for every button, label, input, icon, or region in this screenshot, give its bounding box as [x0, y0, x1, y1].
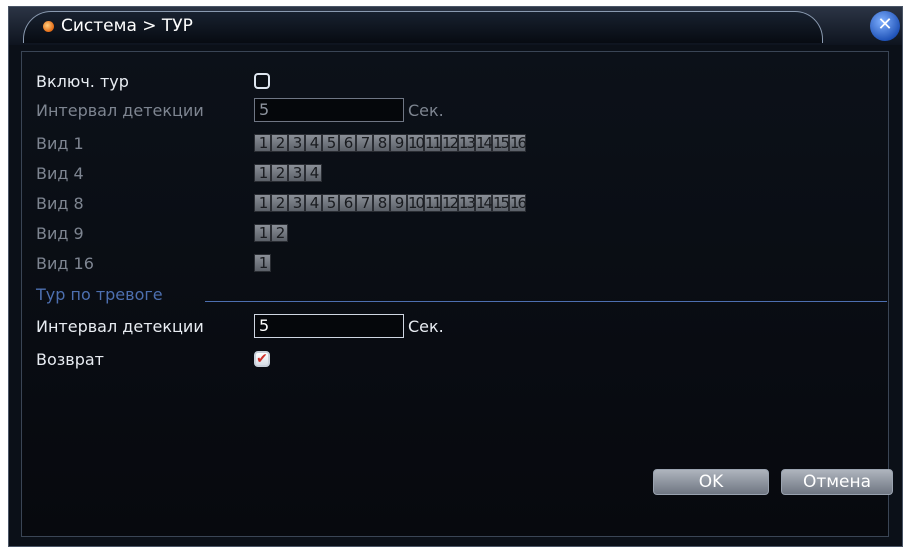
tour-interval-input[interactable]: 5	[254, 98, 404, 122]
channel-button[interactable]: 9	[390, 134, 407, 152]
channel-button[interactable]: 3	[288, 134, 305, 152]
view-label: Вид 4	[36, 163, 84, 183]
view-row: Вид 1 1 2 3 4 5 6 7 8 9 10 11 12 13 14 15 16	[36, 132, 527, 154]
tour-interval-label: Интервал детекции	[36, 100, 204, 120]
orange-dot-icon	[43, 21, 54, 32]
channel-button[interactable]: 12	[441, 194, 459, 212]
channel-button[interactable]: 7	[356, 194, 373, 212]
check-mark-icon: ✔	[256, 351, 268, 367]
channel-button[interactable]: 4	[305, 134, 322, 152]
settings-panel: Включ. тур Интервал детекции 5 Сек. Вид …	[21, 51, 889, 537]
channel-button[interactable]: 10	[407, 194, 425, 212]
channel-button[interactable]: 5	[322, 134, 339, 152]
channel-button[interactable]: 14	[475, 134, 493, 152]
channel-button[interactable]: 4	[305, 164, 322, 182]
view-label: Вид 16	[36, 253, 94, 273]
channel-button[interactable]: 1	[254, 164, 271, 182]
enable-tour-label: Включ. тур	[36, 71, 129, 91]
view-channel-list: 1 2 3 4 5 6 7 8 9 10 11 12 13 14 15 16	[254, 134, 527, 152]
channel-button[interactable]: 10	[407, 134, 425, 152]
channel-button[interactable]: 6	[339, 194, 356, 212]
close-button[interactable]: ✕	[870, 11, 900, 41]
return-label: Возврат	[36, 349, 104, 369]
return-checkbox[interactable]: ✔	[254, 351, 270, 367]
channel-button[interactable]: 1	[254, 134, 271, 152]
tour-settings-window: Система > ТУР ✕ Включ. тур Интервал дете…	[8, 6, 903, 547]
alarm-interval-input[interactable]: 5	[254, 314, 404, 338]
view-channel-list: 1 2 3 4 5 6 7 8 9 10 11 12 13 14 15 16	[254, 194, 527, 212]
channel-button[interactable]: 13	[458, 134, 476, 152]
channel-button[interactable]: 2	[271, 164, 288, 182]
title-bar: Система > ТУР ✕	[9, 7, 902, 45]
tour-interval-row: Интервал детекции 5 Сек.	[36, 98, 444, 122]
channel-button[interactable]: 15	[492, 134, 510, 152]
channel-button[interactable]: 15	[492, 194, 510, 212]
channel-button[interactable]: 2	[271, 224, 288, 242]
alarm-interval-unit: Сек.	[408, 316, 444, 336]
channel-button[interactable]: 16	[509, 194, 527, 212]
enable-tour-checkbox[interactable]	[254, 73, 270, 89]
tour-interval-unit: Сек.	[408, 100, 444, 120]
view-label: Вид 1	[36, 133, 84, 153]
section-divider	[205, 301, 887, 302]
channel-button[interactable]: 13	[458, 194, 476, 212]
channel-button[interactable]: 16	[509, 134, 527, 152]
channel-button[interactable]: 11	[424, 194, 442, 212]
channel-button[interactable]: 3	[288, 194, 305, 212]
channel-button[interactable]: 5	[322, 194, 339, 212]
channel-button[interactable]: 8	[373, 134, 390, 152]
view-row: Вид 4 1234	[36, 162, 322, 184]
view-row: Вид 8 1 2 3 4 5 6 7 8 9 10 11 12 13 14 15 16	[36, 192, 527, 214]
channel-button[interactable]: 2	[271, 194, 288, 212]
channel-button[interactable]: 1	[254, 254, 271, 272]
window-title: Система > ТУР	[61, 16, 193, 36]
enable-tour-row: Включ. тур	[36, 70, 270, 92]
view-row: Вид 9 12	[36, 222, 288, 244]
channel-button[interactable]: 1	[254, 194, 271, 212]
channel-button[interactable]: 14	[475, 194, 493, 212]
view-label: Вид 9	[36, 223, 84, 243]
channel-button[interactable]: 7	[356, 134, 373, 152]
view-channel-list: 12	[254, 224, 288, 242]
view-label: Вид 8	[36, 193, 84, 213]
alarm-interval-label: Интервал детекции	[36, 316, 204, 336]
ok-button[interactable]: OK	[653, 469, 769, 495]
alarm-interval-row: Интервал детекции 5 Сек.	[36, 314, 444, 338]
channel-button[interactable]: 4	[305, 194, 322, 212]
channel-button[interactable]: 9	[390, 194, 407, 212]
channel-button[interactable]: 11	[424, 134, 442, 152]
alarm-tour-section-title: Тур по тревоге	[36, 285, 163, 304]
close-icon: ✕	[877, 14, 893, 35]
return-row: Возврат ✔	[36, 348, 270, 370]
view-row: Вид 16 1	[36, 252, 271, 274]
cancel-button[interactable]: Отмена	[781, 469, 893, 495]
channel-button[interactable]: 12	[441, 134, 459, 152]
channel-button[interactable]: 6	[339, 134, 356, 152]
channel-button[interactable]: 1	[254, 224, 271, 242]
view-channel-list: 1	[254, 254, 271, 272]
channel-button[interactable]: 3	[288, 164, 305, 182]
channel-button[interactable]: 2	[271, 134, 288, 152]
channel-button[interactable]: 8	[373, 194, 390, 212]
view-channel-list: 1234	[254, 164, 322, 182]
